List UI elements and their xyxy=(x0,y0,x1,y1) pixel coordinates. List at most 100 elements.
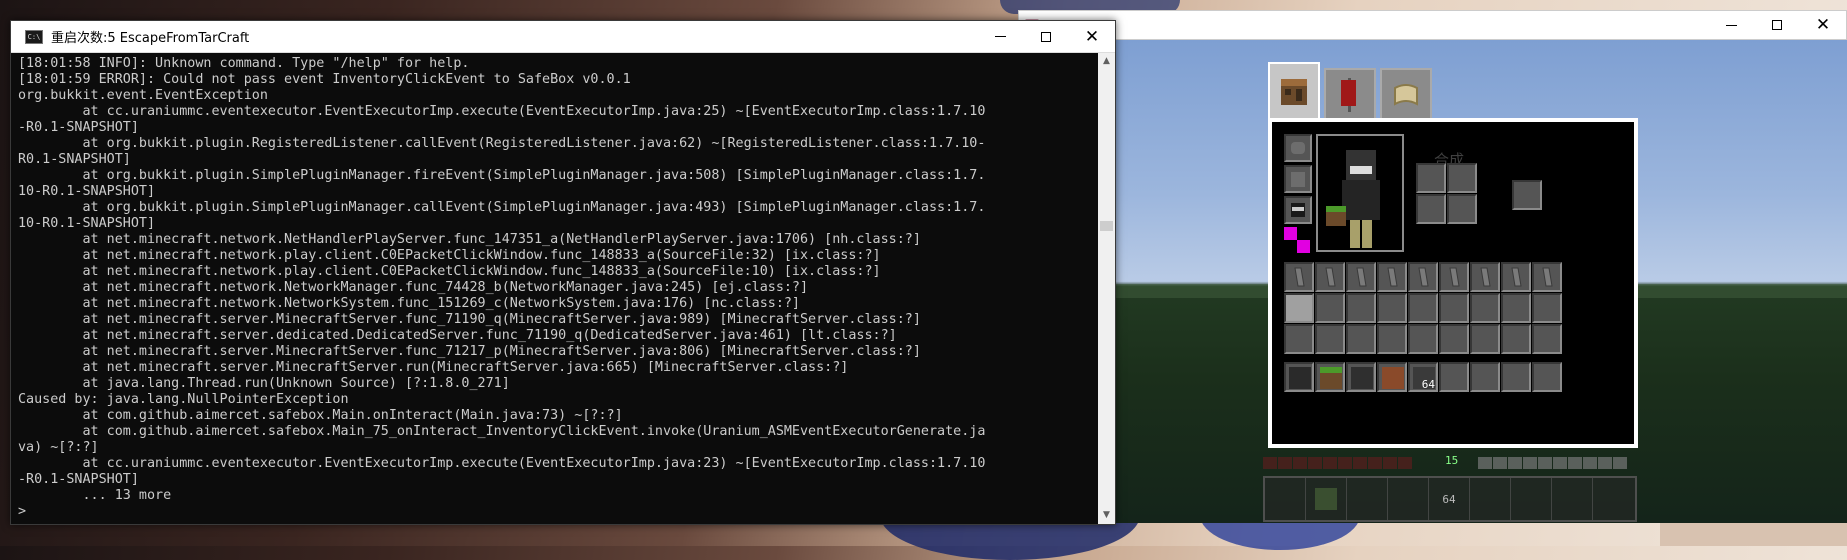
minecraft-titlebar[interactable]: ✕ xyxy=(1018,10,1847,40)
crafting-slot-2[interactable] xyxy=(1447,163,1477,193)
minecraft-maximize-button[interactable] xyxy=(1754,11,1800,39)
minecraft-close-button[interactable]: ✕ xyxy=(1800,11,1846,39)
crafting-slot-3[interactable] xyxy=(1416,194,1446,224)
inventory-slot[interactable] xyxy=(1532,293,1562,323)
inventory-slot[interactable] xyxy=(1284,262,1314,292)
minecraft-window[interactable]: ✕ 合成 64 15 64 xyxy=(1018,10,1847,523)
inventory-slot[interactable] xyxy=(1439,293,1469,323)
inventory-slot[interactable] xyxy=(1408,324,1438,354)
game-hotbar[interactable]: 64 xyxy=(1263,476,1637,522)
grass-block-icon xyxy=(1320,367,1342,389)
hotbar-inventory-slot[interactable] xyxy=(1346,362,1376,392)
hotbar-inventory-slot[interactable] xyxy=(1284,362,1314,392)
inventory-slot[interactable] xyxy=(1501,293,1531,323)
inventory-slot[interactable] xyxy=(1346,293,1376,323)
tab-crafting[interactable] xyxy=(1268,62,1320,120)
scroll-up-arrow-icon[interactable]: ▲ xyxy=(1098,53,1115,70)
crafting-output-slot[interactable] xyxy=(1512,180,1542,210)
armor-slot-helmet[interactable] xyxy=(1284,134,1312,162)
inventory-slot[interactable] xyxy=(1501,262,1531,292)
scrollbar-thumb[interactable] xyxy=(1100,221,1113,231)
hotbar-slot-4[interactable] xyxy=(1388,478,1429,520)
minecraft-minimize-button[interactable] xyxy=(1708,11,1754,39)
console-titlebar[interactable]: C:\ 重启次数:5 EscapeFromTarCraft ✕ xyxy=(11,21,1115,53)
hotbar-slot-9[interactable] xyxy=(1593,478,1634,520)
magazine-icon xyxy=(1449,267,1460,287)
crafting-slot-1[interactable] xyxy=(1416,163,1446,193)
hotbar-inventory-slot[interactable] xyxy=(1315,362,1345,392)
inventory-slot[interactable] xyxy=(1315,324,1345,354)
inventory-slot[interactable] xyxy=(1408,262,1438,292)
magazine-icon xyxy=(1356,267,1367,287)
inventory-slot[interactable] xyxy=(1408,293,1438,323)
hotbar-slot-2[interactable] xyxy=(1306,478,1347,520)
inventory-slot[interactable] xyxy=(1501,324,1531,354)
player-avatar xyxy=(1326,150,1380,248)
crafting-slot-4[interactable] xyxy=(1447,194,1477,224)
hotbar-slot-6[interactable] xyxy=(1470,478,1511,520)
scroll-down-arrow-icon[interactable]: ▼ xyxy=(1098,507,1115,524)
console-line: -R0.1-SNAPSHOT] xyxy=(18,120,139,135)
console-line: [18:01:58 INFO]: Unknown command. Type "… xyxy=(18,56,470,71)
magazine-icon xyxy=(1480,267,1491,287)
inventory-slot[interactable] xyxy=(1315,262,1345,292)
inventory-slot[interactable] xyxy=(1377,324,1407,354)
dirt-block-icon xyxy=(1382,367,1404,389)
armor-bar xyxy=(1478,457,1627,469)
chestplate-outline-icon xyxy=(1291,172,1305,187)
game-viewport[interactable]: 合成 64 15 64 xyxy=(1018,40,1847,523)
hotbar-inventory-slot[interactable] xyxy=(1439,362,1469,392)
rifle-icon xyxy=(1289,367,1311,389)
helmet-outline-icon xyxy=(1291,142,1305,154)
tab-map[interactable] xyxy=(1380,68,1432,120)
armor-slot-mask[interactable] xyxy=(1284,196,1312,224)
inventory-slot[interactable] xyxy=(1346,262,1376,292)
inventory-slot[interactable] xyxy=(1284,324,1314,354)
inventory-slot[interactable] xyxy=(1532,262,1562,292)
inventory-slot[interactable] xyxy=(1439,324,1469,354)
console-line: at net.minecraft.network.play.client.C0E… xyxy=(18,248,881,263)
inventory-slot[interactable] xyxy=(1377,293,1407,323)
console-window[interactable]: C:\ 重启次数:5 EscapeFromTarCraft ✕ [18:01:5… xyxy=(10,20,1116,525)
inventory-slot[interactable] xyxy=(1284,293,1314,323)
hotbar-inventory-slot[interactable]: 64 xyxy=(1408,362,1438,392)
console-minimize-button[interactable] xyxy=(977,21,1023,52)
hotbar-slot-8[interactable] xyxy=(1552,478,1593,520)
inventory-slot[interactable] xyxy=(1470,293,1500,323)
console-close-button[interactable]: ✕ xyxy=(1069,21,1115,52)
console-line: at cc.uraniummc.eventexecutor.EventExecu… xyxy=(18,456,986,471)
console-output[interactable]: [18:01:58 INFO]: Unknown command. Type "… xyxy=(11,53,1098,524)
hotbar-inventory-slot[interactable] xyxy=(1501,362,1531,392)
console-scrollbar[interactable]: ▲ ▼ xyxy=(1098,53,1115,524)
hotbar-slot-3[interactable] xyxy=(1347,478,1388,520)
inventory-slot[interactable] xyxy=(1470,262,1500,292)
minecraft-window-controls: ✕ xyxy=(1708,11,1846,39)
armor-slot-chestplate[interactable] xyxy=(1284,165,1312,193)
inventory-slot[interactable] xyxy=(1439,262,1469,292)
console-line: at net.minecraft.network.play.client.C0E… xyxy=(18,264,881,279)
inventory-slot[interactable] xyxy=(1377,262,1407,292)
console-window-controls: ✕ xyxy=(977,21,1115,52)
hotbar-inventory-slot[interactable] xyxy=(1470,362,1500,392)
missing-texture-slot-b xyxy=(1297,240,1310,253)
console-maximize-button[interactable] xyxy=(1023,21,1069,52)
magazine-icon xyxy=(1325,267,1336,287)
inventory-slot[interactable] xyxy=(1346,324,1376,354)
hotbar-inventory-slot[interactable] xyxy=(1377,362,1407,392)
console-line: va) ~[?:?] xyxy=(18,440,99,455)
player-model-preview xyxy=(1316,134,1404,252)
console-line: at cc.uraniummc.eventexecutor.EventExecu… xyxy=(18,104,986,119)
console-line: at org.bukkit.plugin.SimplePluginManager… xyxy=(18,168,986,183)
inventory-panel: 合成 64 xyxy=(1268,118,1638,448)
inventory-slot[interactable] xyxy=(1315,293,1345,323)
hotbar-slot-7[interactable] xyxy=(1511,478,1552,520)
inventory-slot[interactable] xyxy=(1532,324,1562,354)
hotbar-slot-1[interactable] xyxy=(1265,478,1306,520)
magazine-icon xyxy=(1511,267,1522,287)
hotbar-slot-5[interactable]: 64 xyxy=(1429,478,1470,520)
console-window-title: 重启次数:5 EscapeFromTarCraft xyxy=(51,31,250,46)
inventory-slot[interactable] xyxy=(1470,324,1500,354)
tab-banner[interactable] xyxy=(1324,68,1376,120)
hotbar-inventory-slot[interactable] xyxy=(1532,362,1562,392)
console-line: at com.github.aimercet.safebox.Main.onIn… xyxy=(18,408,623,423)
